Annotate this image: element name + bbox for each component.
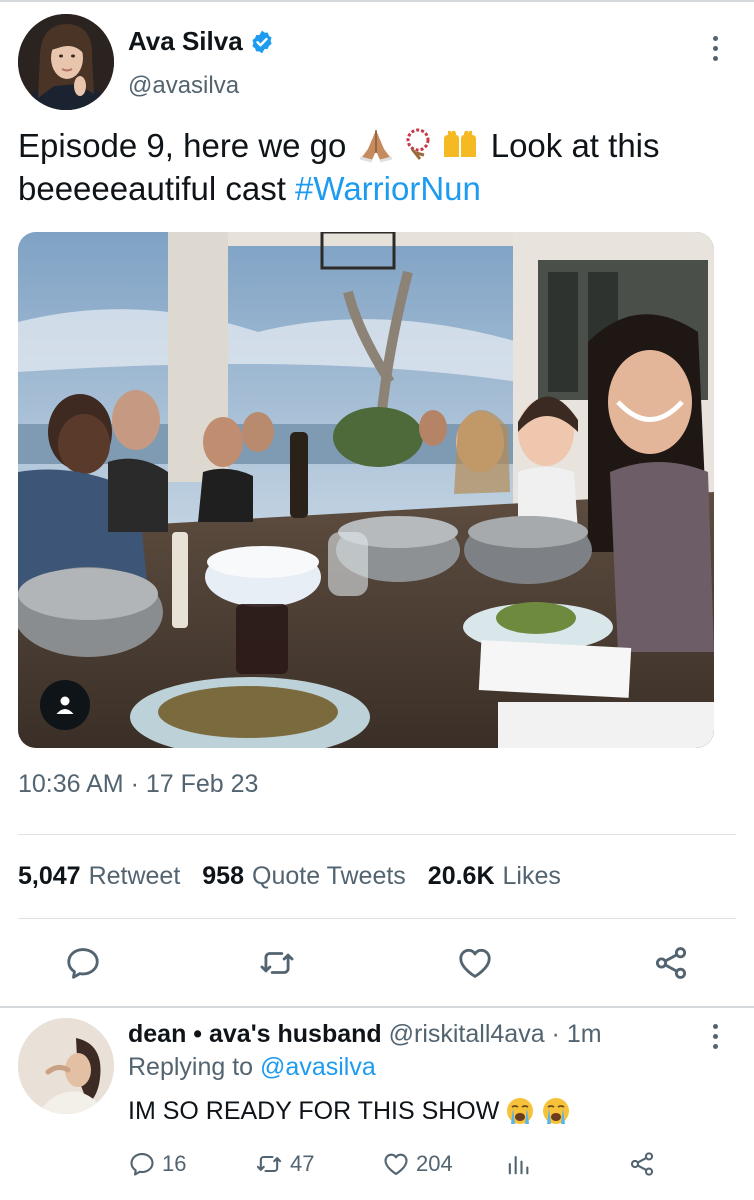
retweets-stat[interactable]: 5,047 Retweet <box>18 862 180 891</box>
author-avatar[interactable] <box>18 14 114 110</box>
verified-badge-icon <box>252 30 272 53</box>
divider-above-stats <box>18 834 736 835</box>
like-icon[interactable] <box>456 944 494 982</box>
analytics-icon <box>508 1155 529 1175</box>
divider-above-actions <box>18 918 736 919</box>
reply-more-options-icon[interactable] <box>700 1018 730 1054</box>
share-icon <box>630 1152 654 1176</box>
loudly-crying-face-emoji-icon <box>507 1098 534 1124</box>
author-name-row: Ava Silva <box>128 26 275 57</box>
replying-to: Replying to @avasilva <box>128 1053 376 1082</box>
reply-text-content: IM SO READY FOR THIS SHOW <box>128 1096 500 1125</box>
loudly-crying-face-emoji-icon <box>543 1098 570 1124</box>
rosary-beads-emoji-icon <box>406 128 430 160</box>
reply-icon <box>130 1153 154 1176</box>
reply-action-bar: 16 47 204 <box>128 1150 728 1184</box>
hashtag-link[interactable]: #WarriorNun <box>295 170 481 207</box>
replying-to-prefix: Replying to <box>128 1053 261 1081</box>
more-options-icon[interactable] <box>700 30 730 66</box>
reply-reply-action[interactable]: 16 <box>128 1150 186 1178</box>
person-icon <box>56 696 74 714</box>
reply-time[interactable]: 1m <box>567 1020 602 1048</box>
reply-header: dean • ava's husband @riskitall4ava · 1m <box>128 1020 602 1049</box>
share-icon[interactable] <box>652 944 690 982</box>
top-divider <box>0 0 754 2</box>
reply-author-avatar[interactable] <box>18 1018 114 1114</box>
tweet-text-part-1: Episode 9, here we go <box>18 127 356 164</box>
author-avatar-image <box>18 14 114 110</box>
reply-author-avatar-image <box>18 1018 114 1114</box>
reply-handle[interactable]: @riskitall4ava <box>389 1020 545 1048</box>
reply-share-action[interactable] <box>628 1150 656 1178</box>
tweet-photo[interactable] <box>18 232 714 748</box>
reply-text: IM SO READY FOR THIS SHOW <box>128 1096 571 1126</box>
likes-label: Likes <box>502 862 561 890</box>
reply-retweet-count: 47 <box>290 1151 315 1176</box>
retweet-icon[interactable] <box>258 944 296 982</box>
tweet-timestamp[interactable]: 10:36 AM · 17 Feb 23 <box>18 770 258 799</box>
replying-to-handle-link[interactable]: @avasilva <box>260 1053 376 1081</box>
reply-analytics-action[interactable] <box>504 1150 532 1178</box>
author-display-name[interactable]: Ava Silva <box>128 26 243 57</box>
reply-retweet-action[interactable]: 47 <box>254 1150 314 1178</box>
reply-reply-count: 16 <box>162 1151 187 1176</box>
reply-like-action[interactable]: 204 <box>382 1150 453 1178</box>
quotes-count: 958 <box>202 862 244 890</box>
author-handle[interactable]: @avasilva <box>128 72 239 100</box>
photo-tag-people-button[interactable] <box>40 680 90 730</box>
folded-hands-emoji-icon <box>359 130 392 163</box>
reply-icon[interactable] <box>64 944 102 982</box>
retweets-count: 5,047 <box>18 862 81 890</box>
engagement-stats: 5,047 Retweet 958 Quote Tweets 20.6K Likes <box>18 862 561 891</box>
like-icon <box>384 1153 408 1175</box>
raised-hands-emoji-icon <box>443 130 476 157</box>
likes-stat[interactable]: 20.6K Likes <box>428 862 561 891</box>
retweets-label: Retweet <box>88 862 181 890</box>
reply-display-name[interactable]: dean • ava's husband <box>128 1020 382 1048</box>
quotes-label: Quote Tweets <box>252 862 406 890</box>
tweet-text: Episode 9, here we go Look at this beeee… <box>18 124 738 210</box>
retweet-icon <box>256 1155 282 1173</box>
quotes-stat[interactable]: 958 Quote Tweets <box>202 862 406 891</box>
reply-like-count: 204 <box>416 1151 453 1176</box>
section-separator <box>0 1006 754 1008</box>
reply-separator: · <box>544 1020 567 1048</box>
tweet-photo-image <box>18 232 714 748</box>
likes-count: 20.6K <box>427 862 495 890</box>
